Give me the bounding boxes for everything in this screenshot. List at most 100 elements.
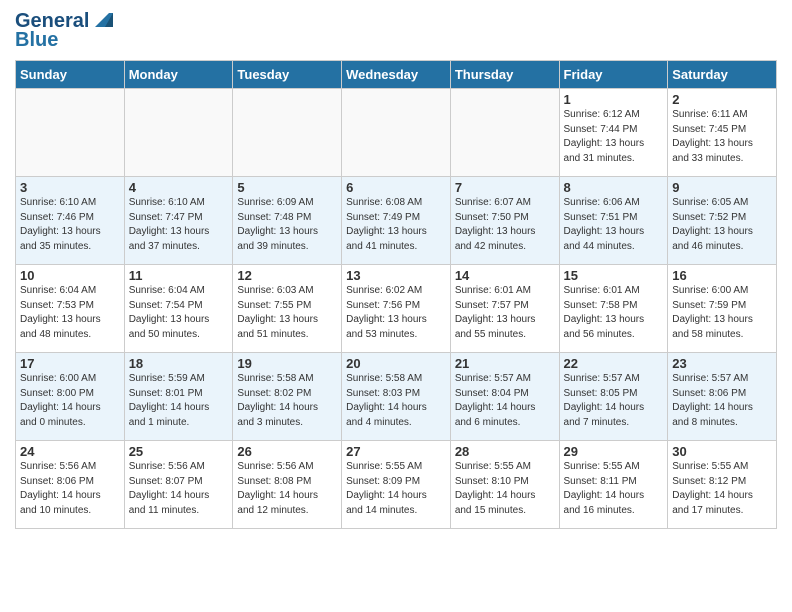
- week-row-5: 24Sunrise: 5:56 AM Sunset: 8:06 PM Dayli…: [16, 441, 777, 529]
- day-info: Sunrise: 5:56 AM Sunset: 8:08 PM Dayligh…: [237, 460, 337, 518]
- day-info: Sunrise: 5:56 AM Sunset: 8:06 PM Dayligh…: [20, 460, 120, 518]
- day-info: Sunrise: 6:00 AM Sunset: 8:00 PM Dayligh…: [20, 372, 120, 430]
- week-row-1: 1Sunrise: 6:12 AM Sunset: 7:44 PM Daylig…: [16, 89, 777, 177]
- day-number: 18: [129, 356, 229, 371]
- day-info: Sunrise: 6:06 AM Sunset: 7:51 PM Dayligh…: [564, 196, 664, 254]
- day-number: 8: [564, 180, 664, 195]
- day-cell: 24Sunrise: 5:56 AM Sunset: 8:06 PM Dayli…: [16, 441, 125, 529]
- day-cell: 21Sunrise: 5:57 AM Sunset: 8:04 PM Dayli…: [450, 353, 559, 441]
- day-cell: 16Sunrise: 6:00 AM Sunset: 7:59 PM Dayli…: [668, 265, 777, 353]
- day-number: 9: [672, 180, 772, 195]
- day-cell: 19Sunrise: 5:58 AM Sunset: 8:02 PM Dayli…: [233, 353, 342, 441]
- col-header-friday: Friday: [559, 61, 668, 89]
- day-cell: 22Sunrise: 5:57 AM Sunset: 8:05 PM Dayli…: [559, 353, 668, 441]
- day-cell: 10Sunrise: 6:04 AM Sunset: 7:53 PM Dayli…: [16, 265, 125, 353]
- day-info: Sunrise: 6:09 AM Sunset: 7:48 PM Dayligh…: [237, 196, 337, 254]
- day-info: Sunrise: 6:01 AM Sunset: 7:57 PM Dayligh…: [455, 284, 555, 342]
- day-info: Sunrise: 5:59 AM Sunset: 8:01 PM Dayligh…: [129, 372, 229, 430]
- header-row: SundayMondayTuesdayWednesdayThursdayFrid…: [16, 61, 777, 89]
- day-cell: 20Sunrise: 5:58 AM Sunset: 8:03 PM Dayli…: [342, 353, 451, 441]
- day-cell: 28Sunrise: 5:55 AM Sunset: 8:10 PM Dayli…: [450, 441, 559, 529]
- day-info: Sunrise: 6:11 AM Sunset: 7:45 PM Dayligh…: [672, 108, 772, 166]
- day-info: Sunrise: 6:00 AM Sunset: 7:59 PM Dayligh…: [672, 284, 772, 342]
- day-cell: 3Sunrise: 6:10 AM Sunset: 7:46 PM Daylig…: [16, 177, 125, 265]
- day-info: Sunrise: 5:55 AM Sunset: 8:10 PM Dayligh…: [455, 460, 555, 518]
- day-cell: 4Sunrise: 6:10 AM Sunset: 7:47 PM Daylig…: [124, 177, 233, 265]
- day-number: 3: [20, 180, 120, 195]
- day-number: 7: [455, 180, 555, 195]
- day-info: Sunrise: 6:04 AM Sunset: 7:53 PM Dayligh…: [20, 284, 120, 342]
- day-number: 25: [129, 444, 229, 459]
- day-info: Sunrise: 5:58 AM Sunset: 8:02 PM Dayligh…: [237, 372, 337, 430]
- day-info: Sunrise: 6:01 AM Sunset: 7:58 PM Dayligh…: [564, 284, 664, 342]
- day-number: 1: [564, 92, 664, 107]
- day-number: 15: [564, 268, 664, 283]
- day-info: Sunrise: 6:10 AM Sunset: 7:47 PM Dayligh…: [129, 196, 229, 254]
- col-header-saturday: Saturday: [668, 61, 777, 89]
- day-info: Sunrise: 5:57 AM Sunset: 8:05 PM Dayligh…: [564, 372, 664, 430]
- day-cell: 6Sunrise: 6:08 AM Sunset: 7:49 PM Daylig…: [342, 177, 451, 265]
- day-cell: 18Sunrise: 5:59 AM Sunset: 8:01 PM Dayli…: [124, 353, 233, 441]
- col-header-sunday: Sunday: [16, 61, 125, 89]
- day-cell: 30Sunrise: 5:55 AM Sunset: 8:12 PM Dayli…: [668, 441, 777, 529]
- day-cell: [342, 89, 451, 177]
- day-number: 29: [564, 444, 664, 459]
- day-info: Sunrise: 5:56 AM Sunset: 8:07 PM Dayligh…: [129, 460, 229, 518]
- day-number: 28: [455, 444, 555, 459]
- day-number: 14: [455, 268, 555, 283]
- day-number: 13: [346, 268, 446, 283]
- day-info: Sunrise: 6:08 AM Sunset: 7:49 PM Dayligh…: [346, 196, 446, 254]
- day-cell: 11Sunrise: 6:04 AM Sunset: 7:54 PM Dayli…: [124, 265, 233, 353]
- week-row-4: 17Sunrise: 6:00 AM Sunset: 8:00 PM Dayli…: [16, 353, 777, 441]
- day-number: 19: [237, 356, 337, 371]
- day-number: 26: [237, 444, 337, 459]
- day-info: Sunrise: 6:03 AM Sunset: 7:55 PM Dayligh…: [237, 284, 337, 342]
- logo: General Blue: [15, 10, 113, 52]
- day-info: Sunrise: 5:57 AM Sunset: 8:04 PM Dayligh…: [455, 372, 555, 430]
- day-cell: 8Sunrise: 6:06 AM Sunset: 7:51 PM Daylig…: [559, 177, 668, 265]
- logo-wave-icon: [91, 9, 113, 31]
- day-cell: [16, 89, 125, 177]
- day-cell: 26Sunrise: 5:56 AM Sunset: 8:08 PM Dayli…: [233, 441, 342, 529]
- day-number: 24: [20, 444, 120, 459]
- week-row-3: 10Sunrise: 6:04 AM Sunset: 7:53 PM Dayli…: [16, 265, 777, 353]
- col-header-wednesday: Wednesday: [342, 61, 451, 89]
- day-cell: 23Sunrise: 5:57 AM Sunset: 8:06 PM Dayli…: [668, 353, 777, 441]
- col-header-monday: Monday: [124, 61, 233, 89]
- day-cell: 9Sunrise: 6:05 AM Sunset: 7:52 PM Daylig…: [668, 177, 777, 265]
- day-info: Sunrise: 6:12 AM Sunset: 7:44 PM Dayligh…: [564, 108, 664, 166]
- day-number: 20: [346, 356, 446, 371]
- day-cell: 14Sunrise: 6:01 AM Sunset: 7:57 PM Dayli…: [450, 265, 559, 353]
- day-number: 23: [672, 356, 772, 371]
- day-number: 17: [20, 356, 120, 371]
- day-number: 30: [672, 444, 772, 459]
- day-number: 10: [20, 268, 120, 283]
- day-cell: [450, 89, 559, 177]
- day-info: Sunrise: 6:07 AM Sunset: 7:50 PM Dayligh…: [455, 196, 555, 254]
- day-number: 16: [672, 268, 772, 283]
- logo-blue: Blue: [15, 29, 58, 52]
- page-container: General Blue SundayMondayTuesdayWednesda…: [0, 0, 792, 539]
- day-cell: 5Sunrise: 6:09 AM Sunset: 7:48 PM Daylig…: [233, 177, 342, 265]
- day-number: 21: [455, 356, 555, 371]
- day-cell: 15Sunrise: 6:01 AM Sunset: 7:58 PM Dayli…: [559, 265, 668, 353]
- day-info: Sunrise: 5:55 AM Sunset: 8:09 PM Dayligh…: [346, 460, 446, 518]
- day-cell: 1Sunrise: 6:12 AM Sunset: 7:44 PM Daylig…: [559, 89, 668, 177]
- day-number: 12: [237, 268, 337, 283]
- day-info: Sunrise: 6:05 AM Sunset: 7:52 PM Dayligh…: [672, 196, 772, 254]
- day-number: 2: [672, 92, 772, 107]
- week-row-2: 3Sunrise: 6:10 AM Sunset: 7:46 PM Daylig…: [16, 177, 777, 265]
- day-number: 5: [237, 180, 337, 195]
- day-cell: 13Sunrise: 6:02 AM Sunset: 7:56 PM Dayli…: [342, 265, 451, 353]
- day-cell: 2Sunrise: 6:11 AM Sunset: 7:45 PM Daylig…: [668, 89, 777, 177]
- day-number: 22: [564, 356, 664, 371]
- day-info: Sunrise: 6:10 AM Sunset: 7:46 PM Dayligh…: [20, 196, 120, 254]
- page-header: General Blue: [15, 10, 777, 52]
- day-cell: 17Sunrise: 6:00 AM Sunset: 8:00 PM Dayli…: [16, 353, 125, 441]
- day-info: Sunrise: 5:57 AM Sunset: 8:06 PM Dayligh…: [672, 372, 772, 430]
- day-cell: 25Sunrise: 5:56 AM Sunset: 8:07 PM Dayli…: [124, 441, 233, 529]
- col-header-thursday: Thursday: [450, 61, 559, 89]
- calendar-table: SundayMondayTuesdayWednesdayThursdayFrid…: [15, 60, 777, 529]
- day-number: 4: [129, 180, 229, 195]
- day-info: Sunrise: 6:04 AM Sunset: 7:54 PM Dayligh…: [129, 284, 229, 342]
